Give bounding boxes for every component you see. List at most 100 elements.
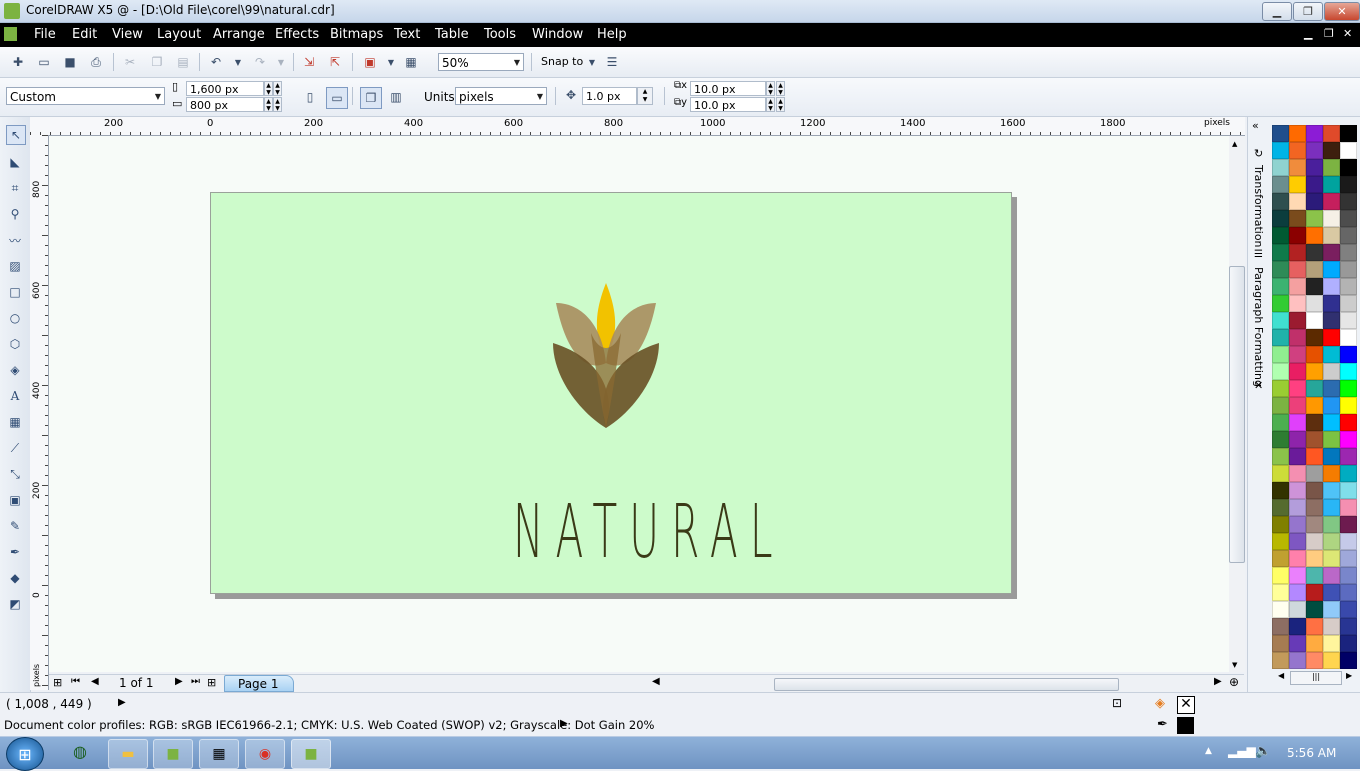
text-tool-icon[interactable]: A — [6, 387, 24, 405]
color-swatch[interactable] — [1340, 516, 1357, 533]
color-swatch[interactable] — [1323, 465, 1340, 482]
color-swatch[interactable] — [1323, 533, 1340, 550]
color-swatch[interactable] — [1340, 142, 1357, 159]
color-swatch[interactable] — [1272, 482, 1289, 499]
color-swatch[interactable] — [1306, 550, 1323, 567]
object-properties-icon[interactable]: ⊡ — [1112, 696, 1122, 710]
color-swatch[interactable] — [1340, 567, 1357, 584]
color-profiles-text[interactable]: Document color profiles: RGB: sRGB IEC61… — [4, 718, 654, 732]
color-swatch[interactable] — [1340, 176, 1357, 193]
first-page-icon[interactable]: ⏮ — [71, 676, 80, 687]
color-swatch[interactable] — [1272, 601, 1289, 618]
color-swatch[interactable] — [1306, 244, 1323, 261]
color-swatch[interactable] — [1289, 550, 1306, 567]
color-swatch[interactable] — [1306, 397, 1323, 414]
color-swatch[interactable] — [1340, 380, 1357, 397]
color-swatch[interactable] — [1289, 261, 1306, 278]
color-swatch[interactable] — [1323, 329, 1340, 346]
menu-text[interactable]: Text — [394, 27, 420, 42]
palette-scroll-right-icon[interactable]: ▶ — [1346, 671, 1352, 680]
lotus-logo-mark[interactable] — [551, 283, 661, 433]
menu-table[interactable]: Table — [435, 27, 469, 42]
options-icon[interactable]: ☰ — [604, 54, 620, 70]
color-swatch[interactable] — [1323, 652, 1340, 669]
nudge-distance-field[interactable]: 1.0 px — [582, 87, 637, 105]
color-swatch[interactable] — [1340, 210, 1357, 227]
color-swatch[interactable] — [1306, 125, 1323, 142]
color-swatch[interactable] — [1272, 176, 1289, 193]
color-swatch[interactable] — [1272, 244, 1289, 261]
color-swatch[interactable] — [1272, 550, 1289, 567]
color-swatch[interactable] — [1323, 159, 1340, 176]
docker-tab-paragraph-formatting[interactable]: Paragraph Formatting — [1252, 267, 1265, 387]
save-icon[interactable]: ■ — [62, 54, 78, 70]
page-width-lock[interactable]: ▲ ▼ — [273, 81, 282, 96]
color-swatch[interactable] — [1340, 414, 1357, 431]
palette-scroll-thumb[interactable]: ||| — [1290, 671, 1342, 685]
fill-tool-icon[interactable]: ◆ — [6, 569, 24, 587]
color-swatch[interactable] — [1340, 448, 1357, 465]
color-swatch[interactable] — [1272, 295, 1289, 312]
color-swatch[interactable] — [1289, 159, 1306, 176]
color-swatch[interactable] — [1289, 448, 1306, 465]
color-swatch[interactable] — [1272, 652, 1289, 669]
color-swatch[interactable] — [1323, 397, 1340, 414]
current-page-icon[interactable]: ▥ — [388, 89, 404, 105]
color-swatch[interactable] — [1272, 142, 1289, 159]
color-swatch[interactable] — [1340, 465, 1357, 482]
color-swatch[interactable] — [1340, 261, 1357, 278]
color-swatch[interactable] — [1323, 431, 1340, 448]
new-document-icon[interactable]: ✚ — [10, 54, 26, 70]
color-swatch[interactable] — [1289, 244, 1306, 261]
duplicate-y-spinner[interactable]: ▲ ▼ — [766, 97, 775, 112]
menu-bitmaps[interactable]: Bitmaps — [330, 27, 383, 42]
connector-tool-icon[interactable]: ⤡ — [6, 465, 24, 483]
menu-file[interactable]: File — [34, 27, 56, 42]
duplicate-distance-x-field[interactable]: 10.0 px — [690, 81, 766, 96]
color-swatch[interactable] — [1272, 414, 1289, 431]
color-swatch[interactable] — [1272, 635, 1289, 652]
color-swatch[interactable] — [1289, 431, 1306, 448]
color-swatch[interactable] — [1340, 550, 1357, 567]
polygon-tool-icon[interactable]: ⬡ — [6, 335, 24, 353]
shape-tool-icon[interactable]: ◣ — [6, 153, 24, 171]
menu-edit[interactable]: Edit — [72, 27, 97, 42]
menu-tools[interactable]: Tools — [484, 27, 516, 42]
color-swatch[interactable] — [1272, 278, 1289, 295]
units-combo[interactable]: pixels ▼ — [455, 87, 547, 105]
interactive-fill-tool-icon[interactable]: ◩ — [6, 595, 24, 613]
close-button[interactable]: ✕ — [1324, 2, 1360, 21]
next-page-icon[interactable]: ▶ — [175, 676, 183, 687]
color-swatch[interactable] — [1272, 227, 1289, 244]
portrait-icon[interactable]: ▯ — [302, 89, 318, 105]
color-swatch[interactable] — [1306, 618, 1323, 635]
doc-close-icon[interactable]: ✕ — [1343, 27, 1352, 40]
doc-minimize-icon[interactable]: ▁ — [1304, 27, 1312, 40]
document-icon[interactable] — [4, 27, 17, 41]
color-swatch[interactable] — [1340, 431, 1357, 448]
color-swatch[interactable] — [1340, 482, 1357, 499]
color-swatch[interactable] — [1323, 584, 1340, 601]
color-swatch[interactable] — [1272, 312, 1289, 329]
color-swatch[interactable] — [1272, 261, 1289, 278]
color-swatch[interactable] — [1272, 159, 1289, 176]
menu-window[interactable]: Window — [532, 27, 583, 42]
color-swatch[interactable] — [1306, 601, 1323, 618]
menu-arrange[interactable]: Arrange — [213, 27, 265, 42]
color-swatch[interactable] — [1340, 346, 1357, 363]
color-swatch[interactable] — [1323, 244, 1340, 261]
color-swatch[interactable] — [1340, 635, 1357, 652]
page-size-preset-combo[interactable]: Custom ▼ — [6, 87, 165, 105]
color-swatch[interactable] — [1272, 465, 1289, 482]
color-swatch[interactable] — [1306, 584, 1323, 601]
color-swatch[interactable] — [1306, 380, 1323, 397]
color-swatch[interactable] — [1272, 210, 1289, 227]
color-swatch[interactable] — [1272, 329, 1289, 346]
docker-collapse-icon[interactable]: « — [1252, 119, 1259, 132]
color-swatch[interactable] — [1289, 533, 1306, 550]
color-swatch[interactable] — [1289, 618, 1306, 635]
drawing-page[interactable]: NATURAL — [210, 192, 1012, 594]
color-swatch[interactable] — [1272, 584, 1289, 601]
color-swatch[interactable] — [1323, 567, 1340, 584]
color-swatch[interactable] — [1306, 159, 1323, 176]
